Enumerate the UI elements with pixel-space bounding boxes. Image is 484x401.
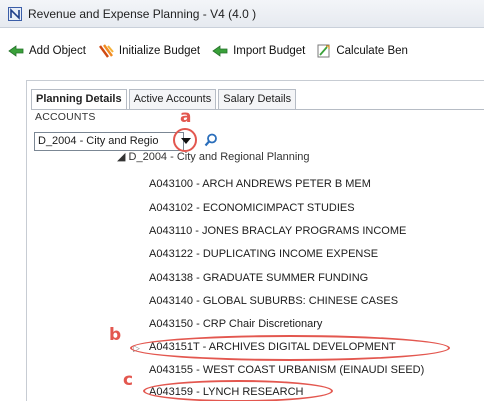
tab-salary-details[interactable]: Salary Details (218, 89, 297, 109)
import-budget-button[interactable]: Import Budget (212, 44, 305, 58)
accounts-dropdown-button[interactable] (177, 130, 195, 151)
search-icon (204, 133, 217, 147)
toolbar: Add Object Initialize Budget Import Budg… (0, 38, 484, 64)
tree-item-a043140[interactable]: A043140 - GLOBAL SUBURBS: CHINESE CASES (149, 295, 398, 311)
accounts-combobox[interactable]: D_2004 - City and Regio (34, 132, 184, 151)
tree-item-a043151t[interactable]: A043151T - ARCHIVES DIGITAL DEVELOPMENT (149, 341, 396, 357)
tab-strip: Planning Details Active Accounts Salary … (31, 89, 298, 110)
tree-item-a043155[interactable]: A043155 - WEST COAST URBANISM (EINAUDI S… (149, 364, 424, 380)
add-object-button[interactable]: Add Object (8, 44, 86, 58)
tree-item-a043110[interactable]: A043110 - JONES BRACLAY PROGRAMS INCOME (149, 225, 406, 241)
chevron-down-icon (181, 137, 191, 144)
tree-item-a043122[interactable]: A043122 - DUPLICATING INCOME EXPENSE (149, 248, 378, 264)
tab-active-accounts[interactable]: Active Accounts (128, 89, 217, 109)
tree-root-node[interactable]: ◢ D_2004 - City and Regional Planning (117, 150, 310, 166)
calculate-button[interactable]: Calculate Ben (317, 44, 408, 58)
add-object-label: Add Object (29, 45, 86, 57)
tree-item-a043138[interactable]: A043138 - GRADUATE SUMMER FUNDING (149, 272, 368, 288)
app-icon (8, 6, 22, 21)
tab-planning-details[interactable]: Planning Details (31, 89, 127, 110)
tree-item-a043102[interactable]: A043102 - ECONOMICIMPACT STUDIES (149, 202, 355, 218)
planning-panel: Planning Details Active Accounts Salary … (26, 80, 484, 401)
accounts-label: ACCOUNTS (35, 111, 96, 123)
import-budget-label: Import Budget (233, 45, 306, 57)
annotation-label-a: a (180, 107, 192, 127)
initialize-budget-label: Initialize Budget (118, 45, 201, 57)
calculate-icon (317, 44, 330, 58)
add-object-icon (8, 45, 24, 57)
window-titlebar: Revenue and Expense Planning - V4 (4.0 ) (0, 0, 484, 28)
annotation-label-b: b (109, 325, 122, 345)
import-budget-icon (212, 45, 228, 57)
initialize-budget-button[interactable]: Initialize Budget (98, 44, 200, 58)
tab-divider (31, 109, 484, 110)
window-title: Revenue and Expense Planning - V4 (4.0 ) (28, 6, 257, 21)
tree-item-a043100[interactable]: A043100 - ARCH ANDREWS PETER B MEM (149, 178, 371, 194)
tree-item-a043159[interactable]: A043159 - LYNCH RESEARCH (149, 386, 303, 401)
calculate-label: Calculate Ben (336, 45, 408, 57)
search-button[interactable] (204, 133, 218, 147)
tree-item-a043150[interactable]: A043150 - CRP Chair Discretionary (149, 318, 322, 334)
initialize-budget-icon (98, 44, 114, 58)
annotation-label-c: c (123, 370, 134, 390)
expander-arrow-icon[interactable]: ▷ (133, 343, 140, 354)
